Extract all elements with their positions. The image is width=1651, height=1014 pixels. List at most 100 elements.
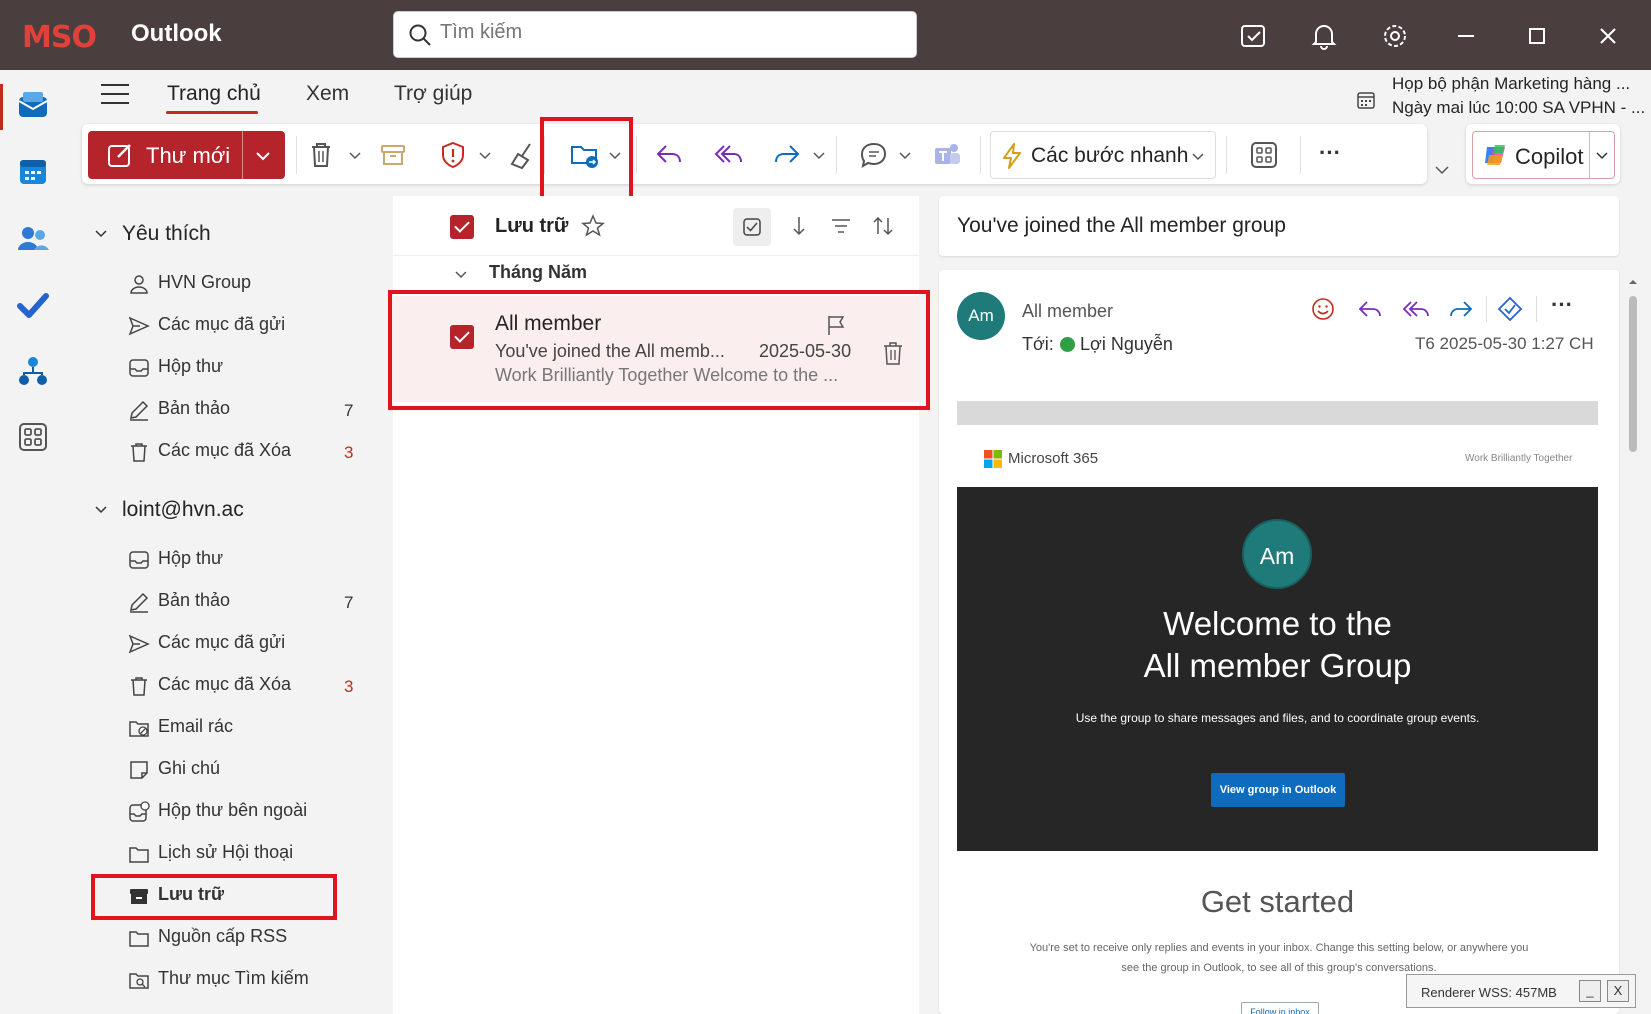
brand-name: Microsoft 365 [1008,450,1099,467]
reply-icon[interactable] [652,138,686,172]
todo-icon[interactable] [16,288,50,322]
sort-icon[interactable] [871,214,895,238]
chevron-down-icon[interactable] [453,266,469,282]
minimize-icon[interactable] [1450,20,1482,52]
chevron-down-icon[interactable] [1593,146,1611,164]
loop-icon[interactable] [1495,294,1525,324]
scrollbar-thumb[interactable] [1629,296,1637,452]
forward-icon[interactable] [770,138,804,172]
select-mode-button[interactable] [733,208,771,246]
follow-in-inbox-button[interactable]: Follow in inbox [1241,1002,1319,1014]
chevron-down-icon[interactable] [1189,147,1207,165]
chevron-down-icon[interactable] [468,138,502,172]
unread-count: 7 [344,401,354,420]
chevron-down-icon[interactable] [888,138,922,172]
search-box[interactable] [393,11,917,58]
toolbar-divider [1300,136,1301,174]
gear-icon[interactable] [1379,20,1411,52]
quick-steps-button[interactable]: Các bước nhanh [990,131,1216,179]
bell-icon[interactable] [1308,20,1340,52]
forward-icon[interactable] [1446,294,1476,324]
more-options-icon[interactable]: ··· [1319,140,1341,166]
sender-name[interactable]: All member [1022,301,1113,322]
tab-home[interactable]: Trang chủ [167,82,261,106]
chevron-down-icon[interactable] [254,147,272,165]
my-day-icon[interactable] [1238,20,1270,52]
checkbox-icon [743,218,761,236]
org-icon[interactable] [16,354,50,388]
reply-icon[interactable] [1355,294,1385,324]
folder-label: Các mục đã gửi [158,632,286,652]
new-mail-button[interactable]: Thư mới [88,131,285,179]
apps-grid-icon[interactable] [1247,138,1281,172]
chevron-down-icon[interactable] [92,224,110,242]
presence-available-icon [1060,337,1075,352]
report-icon[interactable] [436,138,470,172]
reading-pane-header: You've joined the All member group [939,196,1619,256]
tab-help[interactable]: Trợ giúp [394,82,472,106]
favorites-header[interactable]: Yêu thích [122,222,211,246]
account-header[interactable]: loint@hvn.ac [122,498,244,522]
compose-icon [108,144,131,167]
trash-icon [131,443,147,462]
get-started-heading: Get started [1200,884,1355,919]
close-icon[interactable] [1592,20,1624,52]
divider [1486,296,1487,322]
ribbon-expand-icon[interactable] [1432,160,1452,180]
chevron-down-icon[interactable] [338,138,372,172]
chevron-down-icon[interactable] [92,500,110,518]
filter-icon[interactable] [829,214,853,238]
hamburger-menu-icon[interactable] [101,83,129,105]
mail-icon[interactable] [16,88,50,122]
reply-all-icon[interactable] [1401,294,1431,324]
people-icon[interactable] [16,222,50,256]
meeting-title: Họp bộ phận Marketing hàng ... [1392,74,1631,93]
outbox-icon [129,801,150,822]
microsoft-logo-icon [984,450,1002,468]
tab-view[interactable]: Xem [306,82,349,106]
send-icon [128,316,150,336]
email-top-bar [957,401,1598,425]
draft-icon [130,592,149,613]
welcome-line-1: Welcome to the [1163,605,1392,642]
apps-icon[interactable] [16,420,50,454]
folder-title: Lưu trữ [495,215,569,237]
sort-direction-icon[interactable] [787,214,811,238]
unread-count: 3 [344,677,354,696]
reading-pane: Am All member Tới: Lợi Nguyễn ··· T6 202… [939,270,1619,1014]
app-rail [0,70,68,1014]
quick-steps-label: Các bước nhanh [1031,144,1189,167]
teams-icon[interactable] [930,138,964,172]
divider [1536,296,1537,322]
more-actions-icon[interactable]: ··· [1551,292,1573,318]
calendar-icon[interactable] [16,154,50,188]
maximize-icon[interactable] [1521,20,1553,52]
close-button[interactable]: X [1607,980,1629,1002]
welcome-banner: Am Welcome to the All member Group Use t… [957,487,1598,851]
folder-label: Các mục đã Xóa [158,674,292,694]
archive-icon[interactable] [376,138,410,172]
get-started-description: You're set to receive only replies and e… [1029,942,1529,974]
view-group-button[interactable]: View group in Outlook [1211,773,1345,807]
select-all-checkbox[interactable] [450,215,474,239]
folder-label: Ghi chú [158,758,221,778]
search-input[interactable] [440,21,890,44]
scroll-up-icon[interactable] [1627,276,1639,288]
star-icon[interactable] [581,214,605,238]
avatar[interactable]: Am [957,292,1005,340]
copilot-button[interactable]: Copilot [1472,131,1615,179]
app-title: Outlook [131,20,222,47]
unread-count: 7 [344,593,354,612]
title-bar: MSO Outlook [0,0,1651,70]
reply-all-icon[interactable] [712,138,746,172]
upcoming-meeting[interactable]: Họp bộ phận Marketing hàng ... Ngày mai … [1392,72,1651,120]
delete-icon[interactable] [304,138,338,172]
minimize-button[interactable]: _ [1579,980,1601,1002]
emoji-icon[interactable] [1308,294,1338,324]
chat-icon[interactable] [857,138,891,172]
chevron-down-icon[interactable] [802,138,836,172]
sweep-icon[interactable] [508,138,542,172]
recipient-name[interactable]: Lợi Nguyễn [1080,334,1173,355]
highlight-archive-folder [91,874,337,920]
send-icon [128,634,150,654]
